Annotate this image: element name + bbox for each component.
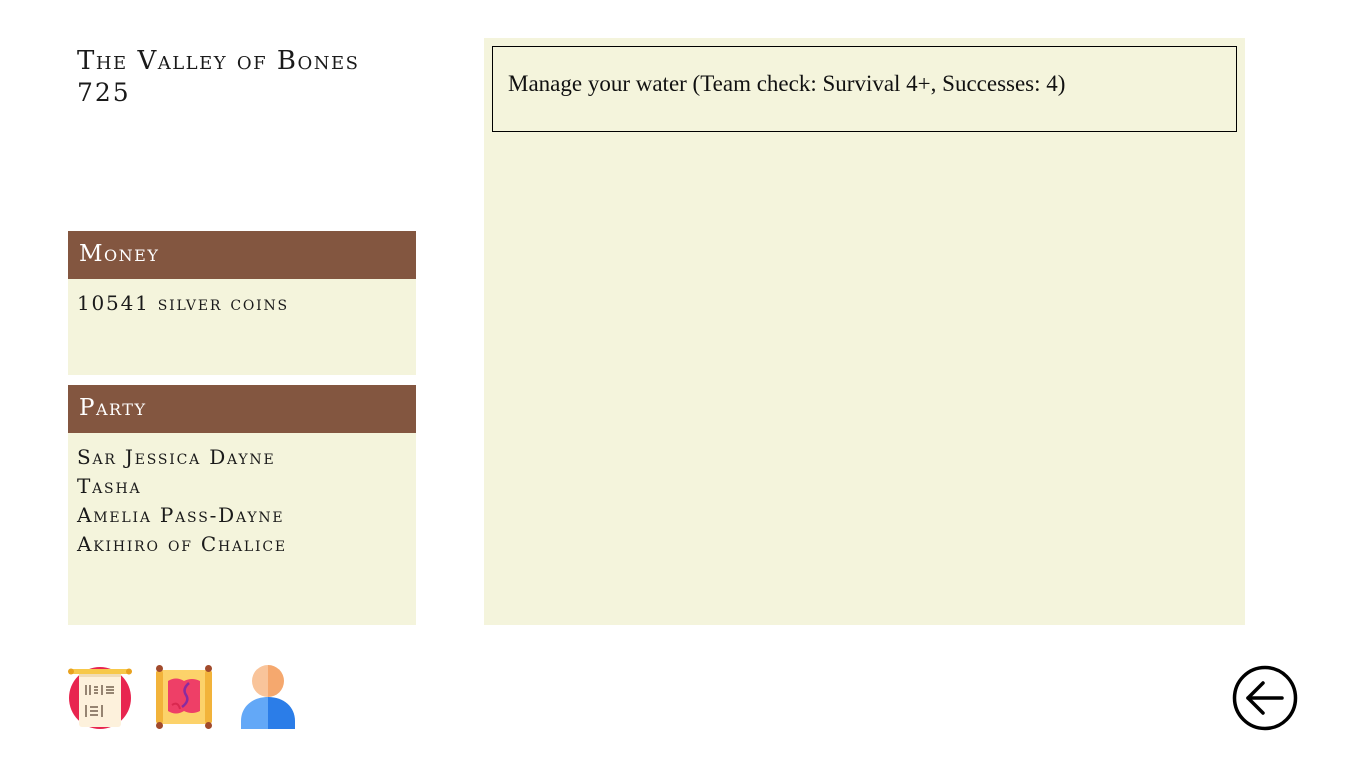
money-panel: Money 10541 silver coins — [68, 231, 416, 375]
character-icon — [241, 665, 295, 729]
party-list-container: Sar Jessica Dayne Tasha Amelia Pass-Dayn… — [68, 433, 416, 569]
header: The Valley of Bones 725 — [77, 44, 417, 108]
event-option[interactable]: Manage your water (Team check: Survival … — [492, 46, 1237, 132]
money-heading: Money — [68, 231, 416, 279]
back-arrow-icon — [1232, 665, 1298, 731]
party-member[interactable]: Amelia Pass-Dayne — [77, 501, 407, 530]
party-panel: Party Sar Jessica Dayne Tasha Amelia Pas… — [68, 385, 416, 625]
day-counter: 725 — [77, 78, 131, 107]
event-area: Manage your water (Team check: Survival … — [484, 38, 1245, 625]
party-heading: Party — [68, 385, 416, 433]
back-button[interactable] — [1232, 665, 1298, 731]
character-button[interactable] — [236, 665, 300, 729]
adventure-title: The Valley of Bones — [77, 46, 360, 76]
money-amount: 10541 silver coins — [77, 291, 289, 315]
journal-scroll-icon — [68, 667, 132, 729]
map-scroll-icon — [156, 665, 212, 729]
party-member[interactable]: Sar Jessica Dayne — [77, 443, 407, 472]
journal-button[interactable] — [68, 665, 132, 729]
party-list: Sar Jessica Dayne Tasha Amelia Pass-Dayn… — [77, 443, 407, 559]
party-member[interactable]: Tasha — [77, 472, 407, 501]
party-member[interactable]: Akihiro of Chalice — [77, 530, 407, 559]
map-button[interactable] — [152, 665, 216, 729]
